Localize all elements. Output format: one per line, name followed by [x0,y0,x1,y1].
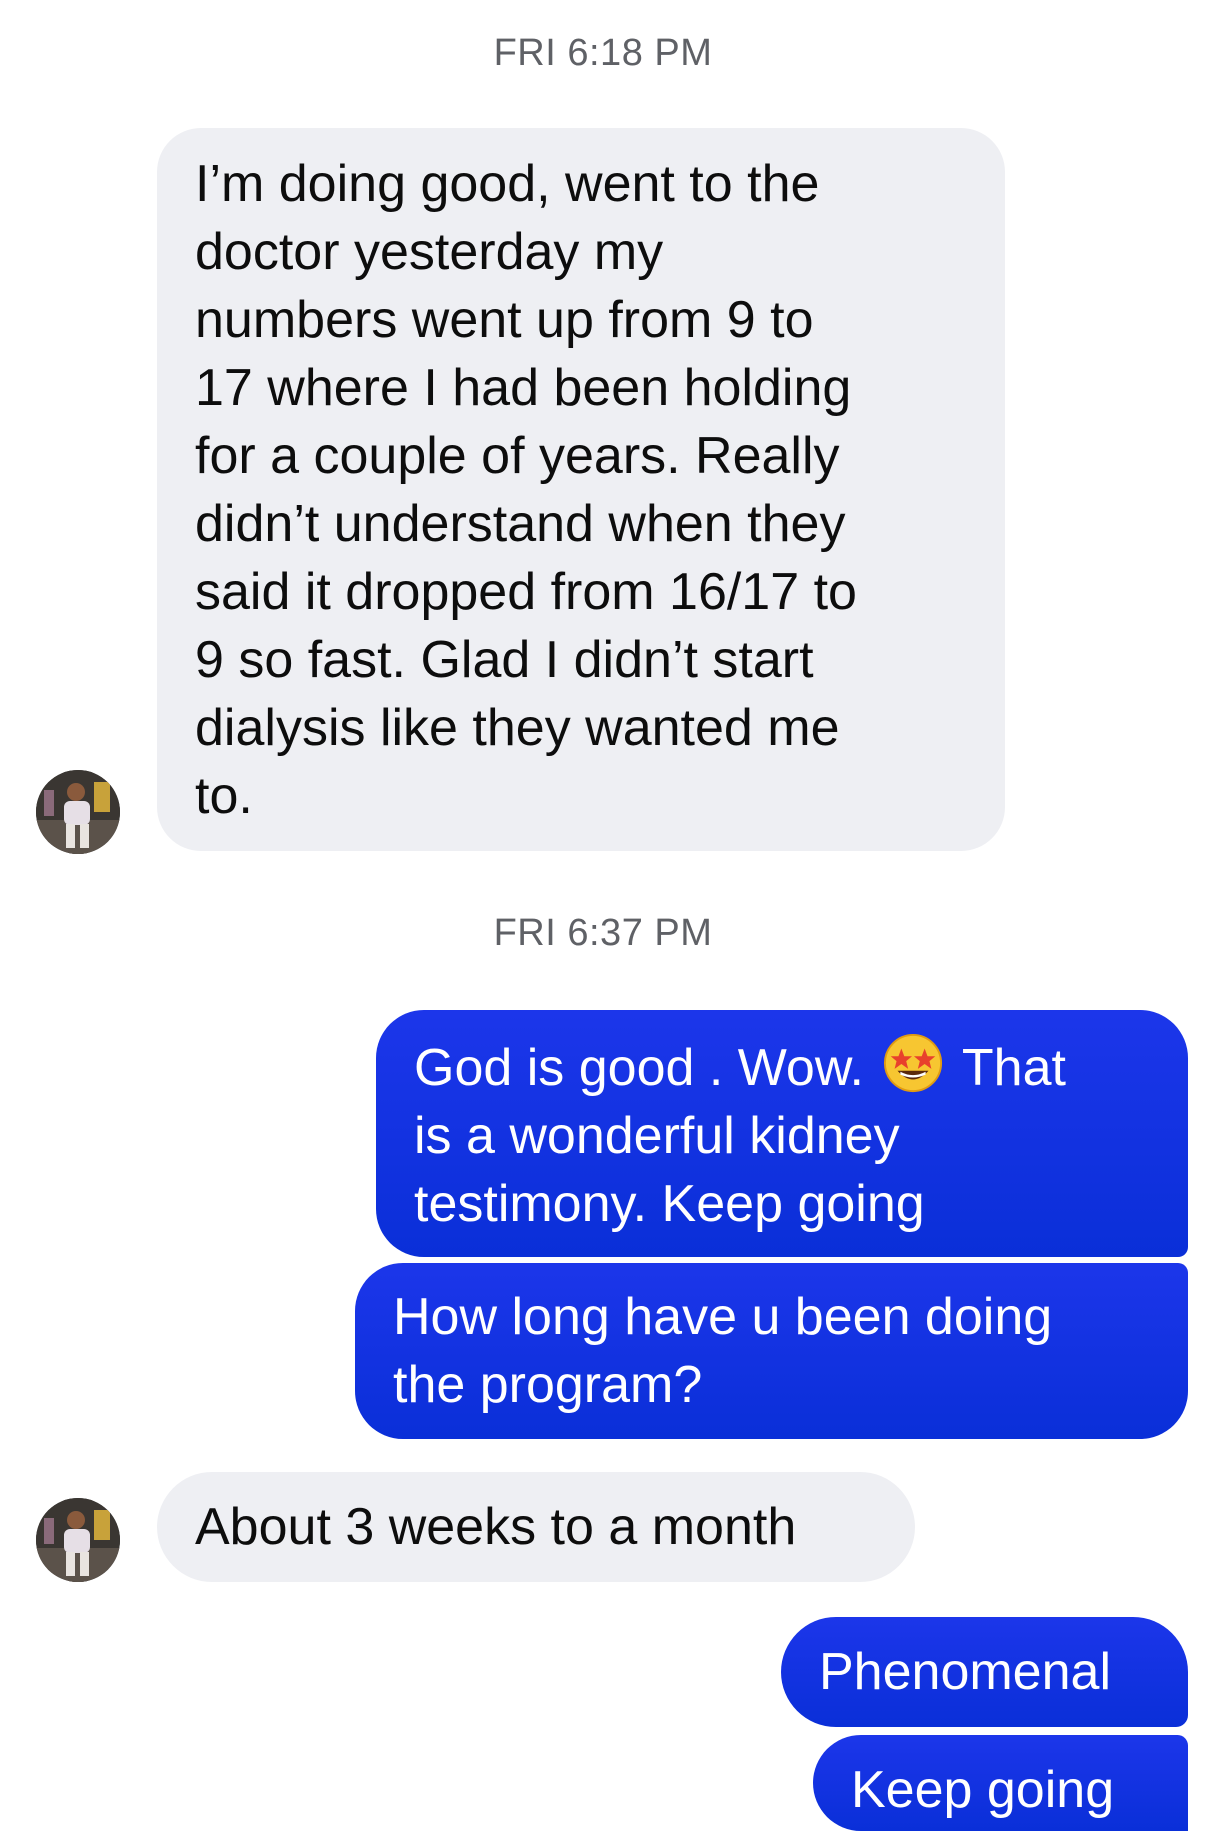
message-text-part: That [961,1039,1066,1097]
timestamp: FRI 6:37 PM [493,912,713,954]
message-text: God is good . Wow. That [414,1032,1158,1102]
outgoing-message-bubble[interactable]: God is good . Wow. That is a wonderful k… [376,1010,1188,1257]
outgoing-message-bubble[interactable]: Phenomenal [781,1617,1188,1727]
outgoing-message-bubble[interactable]: How long have u been doing the program? [355,1263,1188,1439]
star-struck-emoji-icon [884,1033,943,1093]
message-text: About 3 weeks to a month [195,1498,797,1556]
contact-avatar[interactable] [36,1498,120,1582]
incoming-message-bubble[interactable]: I’m doing good, went to the doctor yeste… [157,128,1005,851]
contact-avatar[interactable] [36,770,120,854]
message-text: I’m doing good, went to the doctor yeste… [195,155,857,825]
timestamp: FRI 6:18 PM [493,32,713,74]
outgoing-message-bubble[interactable]: Keep going [813,1735,1188,1831]
incoming-message-bubble[interactable]: About 3 weeks to a month [157,1472,915,1582]
message-text: is a wonderful kidney testimony. Keep go… [414,1107,925,1233]
message-text: Keep going [851,1761,1115,1819]
message-text: How long have u been doing the program? [393,1288,1053,1414]
message-text: Phenomenal [819,1643,1111,1701]
message-text-part: God is good . Wow. [414,1039,864,1097]
